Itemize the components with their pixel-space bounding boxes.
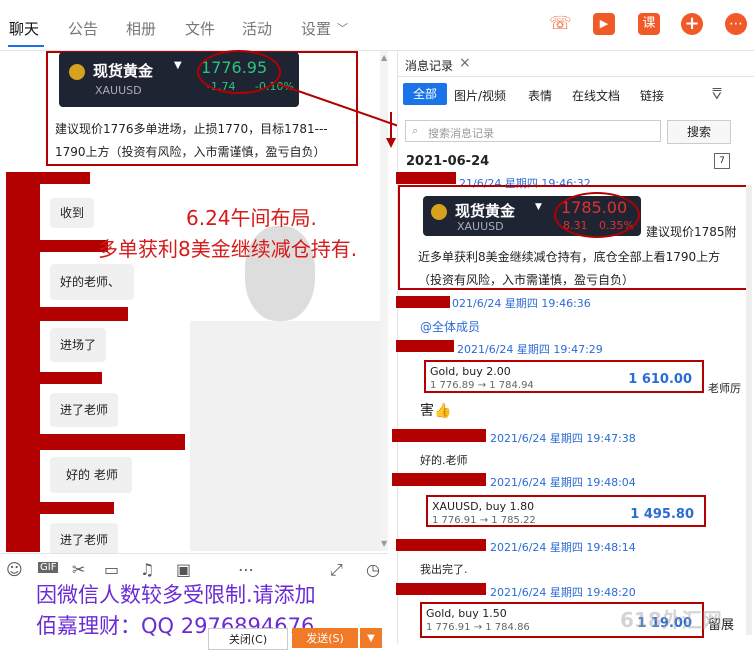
history-msg1-line3: （投资有风险，入市需谨慎，盈亏自负） [418, 273, 635, 287]
emoji-icon[interactable]: ☺ [6, 560, 23, 579]
expand-icon[interactable]: ⤢ [330, 560, 343, 580]
history-msg6-text: 我出完了. [420, 563, 468, 576]
history-card1-after: 害👍 [420, 403, 452, 419]
watermark: 618外汇网 [620, 608, 722, 632]
search-button[interactable]: 搜索 [667, 120, 731, 144]
trade-card: XAUUSD, buy 1.80 1 776.91 → 1 785.22 1 4… [428, 497, 704, 526]
dropdown-icon: ▼ [535, 202, 542, 212]
message-timestamp: 021/6/24 星期四 19:46:36 [452, 297, 591, 310]
message-timestamp: 2021/6/24 星期四 19:48:20 [490, 586, 636, 599]
history-tabs-bar [398, 76, 754, 77]
redaction [396, 583, 486, 595]
history-msg4-text: 好的.老师 [420, 454, 468, 467]
mention-all[interactable]: @全体成员 [420, 318, 480, 335]
message-timestamp: 2021/6/24 星期四 19:47:29 [457, 343, 603, 356]
trade-line1: Gold, buy 2.00 [430, 365, 511, 378]
gold-coin-icon [431, 204, 447, 220]
image-icon[interactable]: ▣ [176, 560, 191, 579]
trade-line2: 1 776.89 → 1 784.94 [430, 380, 534, 391]
search-box[interactable]: ⌕ 搜索消息记录 [405, 120, 661, 142]
trade-profit: 1 495.80 [630, 507, 694, 522]
history-msg1-side: 建议现价1785附 [646, 225, 737, 239]
filter-links[interactable]: 链接 [640, 87, 664, 104]
send-options-chevron-icon[interactable]: ▼ [360, 628, 382, 648]
filter-stickers[interactable]: 表情 [528, 87, 552, 104]
gif-icon[interactable]: GIF [38, 562, 59, 573]
redaction [396, 340, 454, 352]
redaction [392, 429, 486, 442]
history-date: 2021-06-24 [406, 154, 490, 169]
trade-profit: 1 610.00 [628, 372, 692, 387]
search-icon: ⌕ [412, 124, 419, 137]
redaction [396, 539, 486, 551]
trade-line2: 1 776.91 → 1 784.86 [426, 622, 530, 633]
close-button[interactable]: 关闭(C) [208, 628, 288, 650]
history-title: 消息记录 [405, 59, 454, 73]
history-ticker-highlight [554, 192, 640, 238]
message-timestamp: 2021/6/24 星期四 19:48:14 [490, 541, 636, 554]
history-scrollbar[interactable] [746, 185, 752, 635]
filter-funnel-icon[interactable]: ⩢ [712, 84, 722, 104]
filter-all[interactable]: 全部 [403, 83, 447, 105]
filter-docs[interactable]: 在线文档 [572, 87, 620, 104]
trade-line1: Gold, buy 1.50 [426, 607, 507, 620]
send-button[interactable]: 发送(S) [292, 628, 358, 648]
ticker-name: 现货黄金 [455, 202, 516, 220]
redaction [396, 296, 450, 308]
ad-line1: 因微信人数较多受限制.请添加 [36, 583, 316, 607]
filter-media[interactable]: 图片/视频 [454, 87, 506, 104]
calendar-icon[interactable]: 7 [714, 153, 730, 169]
scissors-icon[interactable]: ✂ [72, 560, 85, 579]
search-input[interactable]: 搜索消息记录 [428, 125, 494, 141]
message-timestamp: 2021/6/24 星期四 19:48:04 [490, 476, 636, 489]
close-history-icon[interactable]: × [459, 55, 471, 71]
music-icon[interactable]: ♫ [140, 560, 154, 579]
trade-line1: XAUUSD, buy 1.80 [432, 500, 535, 513]
more-tools-icon[interactable]: ⋯ [238, 560, 254, 579]
history-msg1-line2: 近多单获利8美金继续减仓持有，底仓全部上看1790上方 [418, 250, 721, 264]
history-clock-icon[interactable]: ◷ [366, 560, 380, 579]
redaction [392, 473, 486, 486]
trade-line2: 1 776.91 → 1 785.22 [432, 515, 536, 526]
trade-card: Gold, buy 2.00 1 776.89 → 1 784.94 1 610… [426, 362, 702, 391]
ticker-symbol: XAUUSD [457, 220, 504, 233]
message-timestamp: 2021/6/24 星期四 19:47:38 [490, 432, 636, 445]
redaction [396, 172, 456, 184]
history-card1-side: 老师厉 [708, 382, 741, 395]
folder-icon[interactable]: ▭ [104, 560, 119, 579]
